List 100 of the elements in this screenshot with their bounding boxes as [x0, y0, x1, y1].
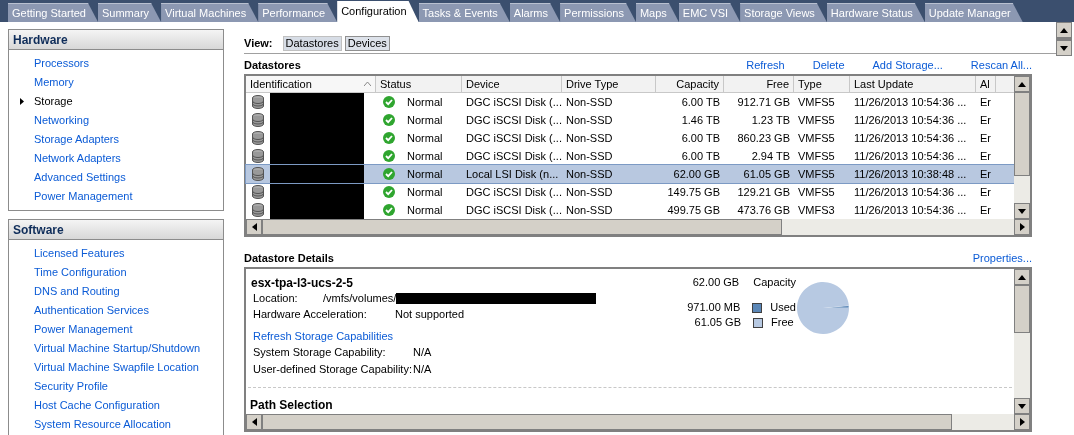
section-title: Datastores	[244, 57, 301, 73]
table-cell-text: 6.00 TB	[681, 94, 720, 110]
table-cell-text: Non-SSD	[566, 148, 613, 164]
check-circle-icon	[383, 96, 395, 108]
table-cell-text: 11/26/2013 10:54:36 ...	[854, 148, 967, 164]
sidebar-link[interactable]: Licensed Features	[34, 245, 125, 262]
sidebar-link[interactable]: Memory	[34, 74, 74, 91]
table-cell-text: 149.75 GB	[667, 184, 720, 200]
table-cell-text: Normal	[407, 202, 443, 218]
right-arrow-icon	[1019, 418, 1025, 426]
table-cell-text: 62.00 GB	[673, 166, 720, 182]
table-cell-text: VMFS5	[798, 184, 835, 200]
check-circle-icon	[383, 204, 395, 216]
database-icon	[252, 113, 264, 127]
sidebar-link[interactable]: Authentication Services	[34, 302, 149, 319]
table-cell-text: VMFS5	[798, 166, 835, 182]
sidebar-link[interactable]: Network Adapters	[34, 150, 121, 167]
sidebar-link[interactable]: Security Profile	[34, 378, 108, 395]
table-cell-text: Er	[980, 112, 991, 128]
down-arrow-icon	[1018, 208, 1026, 214]
table-row[interactable]: Normal Local LSI Disk (n... Non-SSD 62.00 GB 61.05 GB VMFS5 11/26/2013 10:38:48 ... Er	[246, 165, 1014, 183]
action-link[interactable]: Delete	[812, 56, 845, 74]
legend-label: Used	[770, 300, 796, 316]
sidebar-link[interactable]: Power Management	[34, 321, 133, 338]
column-header[interactable]: Status	[376, 76, 462, 92]
column-header[interactable]: Al	[976, 76, 996, 92]
vertical-scrollbar[interactable]	[1014, 269, 1030, 414]
table-cell-text: Non-SSD	[566, 112, 613, 128]
check-circle-icon	[383, 150, 395, 162]
capacity-amount: 62.00 GB	[691, 274, 740, 290]
table-cell-text: Normal	[407, 148, 443, 164]
sidebar-link[interactable]: Host Cache Configuration	[34, 397, 160, 414]
table-cell-text: VMFS5	[798, 130, 835, 146]
properties-link[interactable]: Properties...	[972, 249, 1032, 267]
sidebar-link[interactable]: Power Management	[34, 188, 133, 205]
sidebar-link[interactable]: Advanced Settings	[34, 169, 126, 186]
sidebar-link[interactable]: Virtual Machine Startup/Shutdown	[34, 340, 201, 357]
sidebar-link[interactable]: Networking	[34, 112, 90, 129]
sidebar-link[interactable]: Processors	[34, 55, 90, 72]
legend-label: Free	[771, 315, 794, 331]
table-cell-text: Normal	[407, 112, 443, 128]
action-link[interactable]: Add Storage...	[872, 56, 943, 74]
column-header[interactable]: Type	[794, 76, 850, 92]
table-cell-text: 6.00 TB	[681, 148, 720, 164]
database-icon	[252, 167, 264, 181]
table-cell-text: VMFS5	[798, 148, 835, 164]
horizontal-scrollbar[interactable]	[246, 414, 1030, 430]
table-cell-text: Er	[980, 130, 991, 146]
panel-title: Software	[9, 220, 223, 240]
table-cell-text: Non-SSD	[566, 202, 613, 218]
view-toggle-button[interactable]: Devices	[344, 36, 390, 51]
legend-amount: 971.00 MB	[686, 300, 741, 316]
sidebar-link[interactable]: Storage	[34, 93, 73, 110]
table-cell-text: 912.71 GB	[737, 94, 790, 110]
datastore-name: esx-tpa-l3-ucs-2-5	[251, 275, 355, 290]
table-cell-text: 6.00 TB	[681, 130, 720, 146]
table-cell-text: 129.21 GB	[737, 184, 790, 200]
left-arrow-icon	[251, 223, 257, 231]
column-header[interactable]: Identification	[246, 76, 376, 92]
sidebar-link[interactable]: Storage Adapters	[34, 131, 119, 148]
field-value: /vmfs/volumes/	[323, 290, 397, 306]
table-cell-text: Normal	[407, 130, 443, 146]
column-header[interactable]: Drive Type	[562, 76, 656, 92]
column-header[interactable]: Capacity	[656, 76, 724, 92]
column-header[interactable]: Free	[724, 76, 794, 92]
refresh-capabilities-link[interactable]: Refresh Storage Capabilities	[251, 328, 394, 344]
column-header[interactable]: Last Update	[850, 76, 976, 92]
table-cell-text: DGC iSCSI Disk (...	[466, 130, 562, 146]
vertical-scrollbar[interactable]	[1014, 76, 1030, 219]
database-icon	[252, 149, 264, 163]
tab[interactable]: Configuration	[337, 1, 419, 22]
view-label: View:	[244, 36, 273, 52]
view-toggle-button[interactable]: Datastores	[282, 36, 342, 51]
sidebar-link[interactable]: Time Configuration	[34, 264, 127, 281]
table-cell-text: 61.05 GB	[743, 166, 790, 182]
horizontal-scrollbar[interactable]	[246, 219, 1030, 235]
sidebar-link[interactable]: DNS and Routing	[34, 283, 120, 300]
database-icon	[252, 131, 264, 145]
action-link[interactable]: Rescan All...	[970, 56, 1032, 74]
vertical-scrollbar[interactable]	[1056, 22, 1072, 56]
table-cell-text: DGC iSCSI Disk (...	[466, 148, 562, 164]
column-header[interactable]: Device	[462, 76, 562, 92]
database-icon	[252, 95, 264, 109]
table-cell-text: Er	[980, 202, 991, 218]
table-cell-text: 11/26/2013 10:54:36 ...	[854, 112, 967, 128]
sidebar-link[interactable]: System Resource Allocation	[34, 416, 171, 433]
field-label: System Storage Capability:	[253, 345, 387, 361]
table-cell-text: Er	[980, 94, 991, 110]
table-cell-text: VMFS3	[798, 202, 835, 218]
table-row[interactable]: Normal DGC iSCSI Disk (... Non-SSD 6.00 TB 2.94 TB VMFS5 11/26/2013 10:54:36 ... Er	[246, 147, 1014, 165]
sidebar-link[interactable]: Virtual Machine Swapfile Location	[34, 359, 199, 376]
action-link[interactable]: Refresh	[746, 56, 785, 74]
check-circle-icon	[383, 168, 395, 180]
table-cell-text: VMFS5	[798, 94, 835, 110]
table-cell-text: DGC iSCSI Disk (...	[466, 202, 562, 218]
table-cell-text: Non-SSD	[566, 130, 613, 146]
panel-title: Hardware	[9, 30, 223, 50]
section-title: Datastore Details	[244, 250, 334, 266]
field-value: N/A	[413, 345, 432, 361]
table-cell-text: 1.23 TB	[751, 112, 790, 128]
